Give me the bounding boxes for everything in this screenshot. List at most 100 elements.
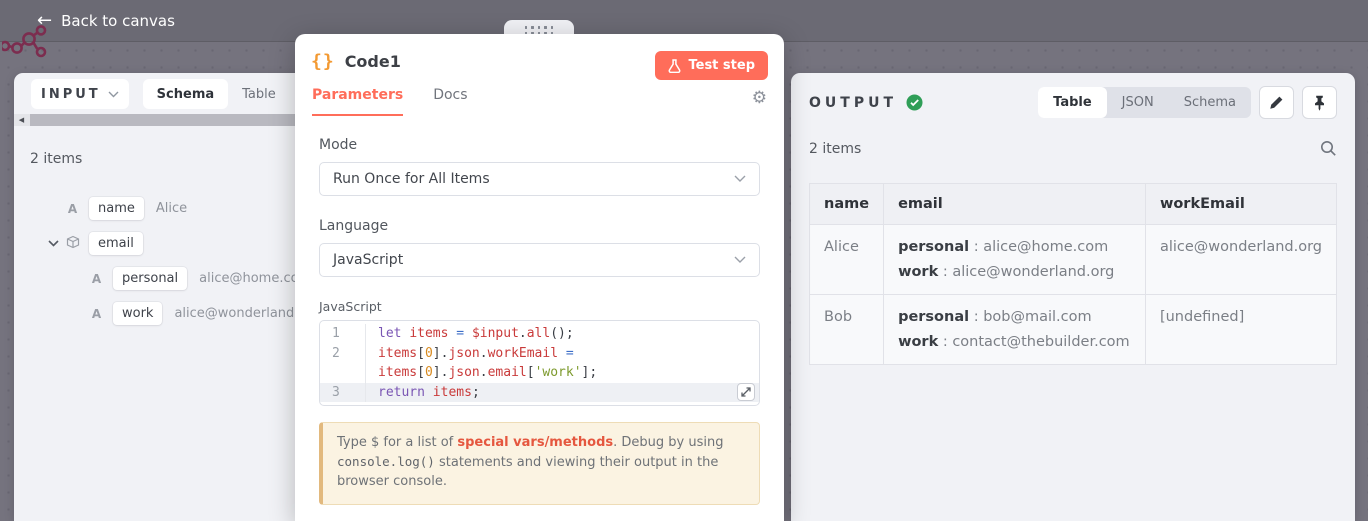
input-panel: INPUT SchemaTableJSON ◀ 2 items AnameAli…: [14, 73, 330, 521]
cell-workemail: [undefined]: [1145, 295, 1336, 365]
code-token: json: [448, 365, 479, 380]
special-vars-link[interactable]: special vars/methods: [457, 435, 613, 450]
object-cube-icon: [64, 235, 81, 252]
search-icon[interactable]: [1320, 140, 1337, 157]
line-number: 3: [320, 383, 366, 403]
input-horizontal-scrollbar[interactable]: ◀: [14, 114, 330, 126]
code-editor[interactable]: 1let items = $input.all();2items[0].json…: [319, 320, 760, 406]
email-entry: personal : bob@mail.com: [898, 309, 1131, 325]
test-step-label: Test step: [688, 58, 755, 73]
output-view-tabs: TableJSONSchema: [1038, 87, 1251, 118]
code-line: 2items[0].json.workEmail =: [320, 344, 759, 364]
code-token: items: [409, 326, 448, 341]
code-token: ();: [550, 326, 573, 341]
schema-key-pill[interactable]: email: [89, 232, 143, 255]
output-meta-row: 2 items: [809, 140, 1337, 157]
code-token: email: [488, 365, 527, 380]
code-token: ];: [582, 365, 598, 380]
code-token: let: [378, 326, 401, 341]
code-line: items[0].json.email['work'];: [320, 363, 759, 383]
code-text: items[0].json.workEmail =: [366, 344, 574, 364]
pencil-icon: [1269, 95, 1284, 110]
output-items-count: 2 items: [809, 141, 861, 157]
line-number: [320, 363, 366, 383]
tab-docs[interactable]: Docs: [433, 87, 467, 116]
edit-output-button[interactable]: [1259, 86, 1294, 119]
drag-dots-icon: [525, 26, 554, 34]
node-title: Code1: [345, 52, 401, 71]
scroll-left-arrow-icon[interactable]: ◀: [14, 114, 29, 126]
string-type-icon: A: [88, 307, 105, 321]
code-token: [: [527, 365, 535, 380]
schema-tree-row: AnameAlice: [14, 191, 330, 226]
language-select[interactable]: JavaScript: [319, 243, 760, 277]
hint-box: Type $ for a list of special vars/method…: [319, 422, 760, 505]
column-header-workemail: workEmail: [1145, 184, 1336, 225]
table-row: Alicepersonal : alice@home.comwork : ali…: [810, 225, 1337, 295]
code-token: return: [378, 385, 425, 400]
settings-gear-icon[interactable]: ⚙: [752, 88, 767, 116]
code-token: [464, 326, 472, 341]
code-token: [: [417, 365, 425, 380]
code-token: [558, 346, 566, 361]
back-label: Back to canvas: [61, 12, 175, 30]
output-tab-json[interactable]: JSON: [1107, 87, 1169, 118]
scrollbar-thumb[interactable]: [30, 114, 330, 126]
schema-key-pill[interactable]: name: [89, 197, 144, 220]
mode-select[interactable]: Run Once for All Items: [319, 162, 760, 196]
code-token: =: [456, 326, 464, 341]
hint-text: . Debug by using: [613, 435, 723, 450]
back-button[interactable]: ← Back to canvas: [37, 12, 175, 30]
code-line: 3return items;: [320, 383, 759, 403]
input-tab-table[interactable]: Table: [228, 79, 290, 109]
expand-chevron-icon[interactable]: [42, 240, 64, 247]
code-token: [425, 385, 433, 400]
code-token: $input: [472, 326, 519, 341]
string-type-icon: A: [64, 202, 81, 216]
email-key: work: [898, 334, 938, 350]
code-token: 0: [425, 365, 433, 380]
column-header-name: name: [810, 184, 884, 225]
code-token: ;: [472, 385, 480, 400]
output-toolbar: TableJSONSchema: [1038, 86, 1337, 119]
schema-key-pill[interactable]: personal: [113, 267, 187, 290]
code-token: all: [527, 326, 550, 341]
output-panel-header: OUTPUT TableJSONSchema: [809, 73, 1337, 119]
test-step-button[interactable]: Test step: [655, 51, 768, 80]
input-source-selector[interactable]: INPUT: [31, 79, 129, 109]
output-tab-table[interactable]: Table: [1038, 87, 1107, 118]
code-text: items[0].json.email['work'];: [366, 363, 597, 383]
flask-icon: [668, 59, 681, 73]
cell-name: Bob: [810, 295, 884, 365]
code-token: json: [448, 346, 479, 361]
cell-name: Alice: [810, 225, 884, 295]
expand-editor-button[interactable]: [737, 383, 755, 401]
code-text: let items = $input.all();: [366, 324, 574, 344]
expand-icon: [741, 387, 751, 397]
email-key: personal: [898, 309, 969, 325]
code-token: [: [417, 346, 425, 361]
tab-parameters[interactable]: Parameters: [312, 87, 403, 116]
pin-icon: [1312, 95, 1327, 111]
column-header-email: email: [884, 184, 1146, 225]
email-entry: work : contact@thebuilder.com: [898, 334, 1131, 350]
schema-key-pill[interactable]: work: [113, 302, 162, 325]
output-tab-schema[interactable]: Schema: [1169, 87, 1251, 118]
email-key: personal: [898, 239, 969, 255]
schema-tree-row: email: [14, 226, 330, 261]
language-label: Language: [319, 218, 760, 234]
input-tab-schema[interactable]: Schema: [143, 79, 228, 109]
pin-data-button[interactable]: [1302, 86, 1337, 119]
code-token: items: [378, 346, 417, 361]
input-title: INPUT: [41, 87, 101, 102]
code-token: ].: [433, 346, 449, 361]
code-token: items: [378, 365, 417, 380]
code-token: .: [480, 346, 488, 361]
code-token: 0: [425, 346, 433, 361]
code-line: 1let items = $input.all();: [320, 324, 759, 344]
chevron-down-icon: [734, 175, 746, 183]
hint-text: Type $ for a list of: [337, 435, 457, 450]
code-token: ].: [433, 365, 449, 380]
code-text: return items;: [366, 383, 480, 403]
modal-body: Mode Run Once for All Items Language Jav…: [295, 116, 784, 505]
